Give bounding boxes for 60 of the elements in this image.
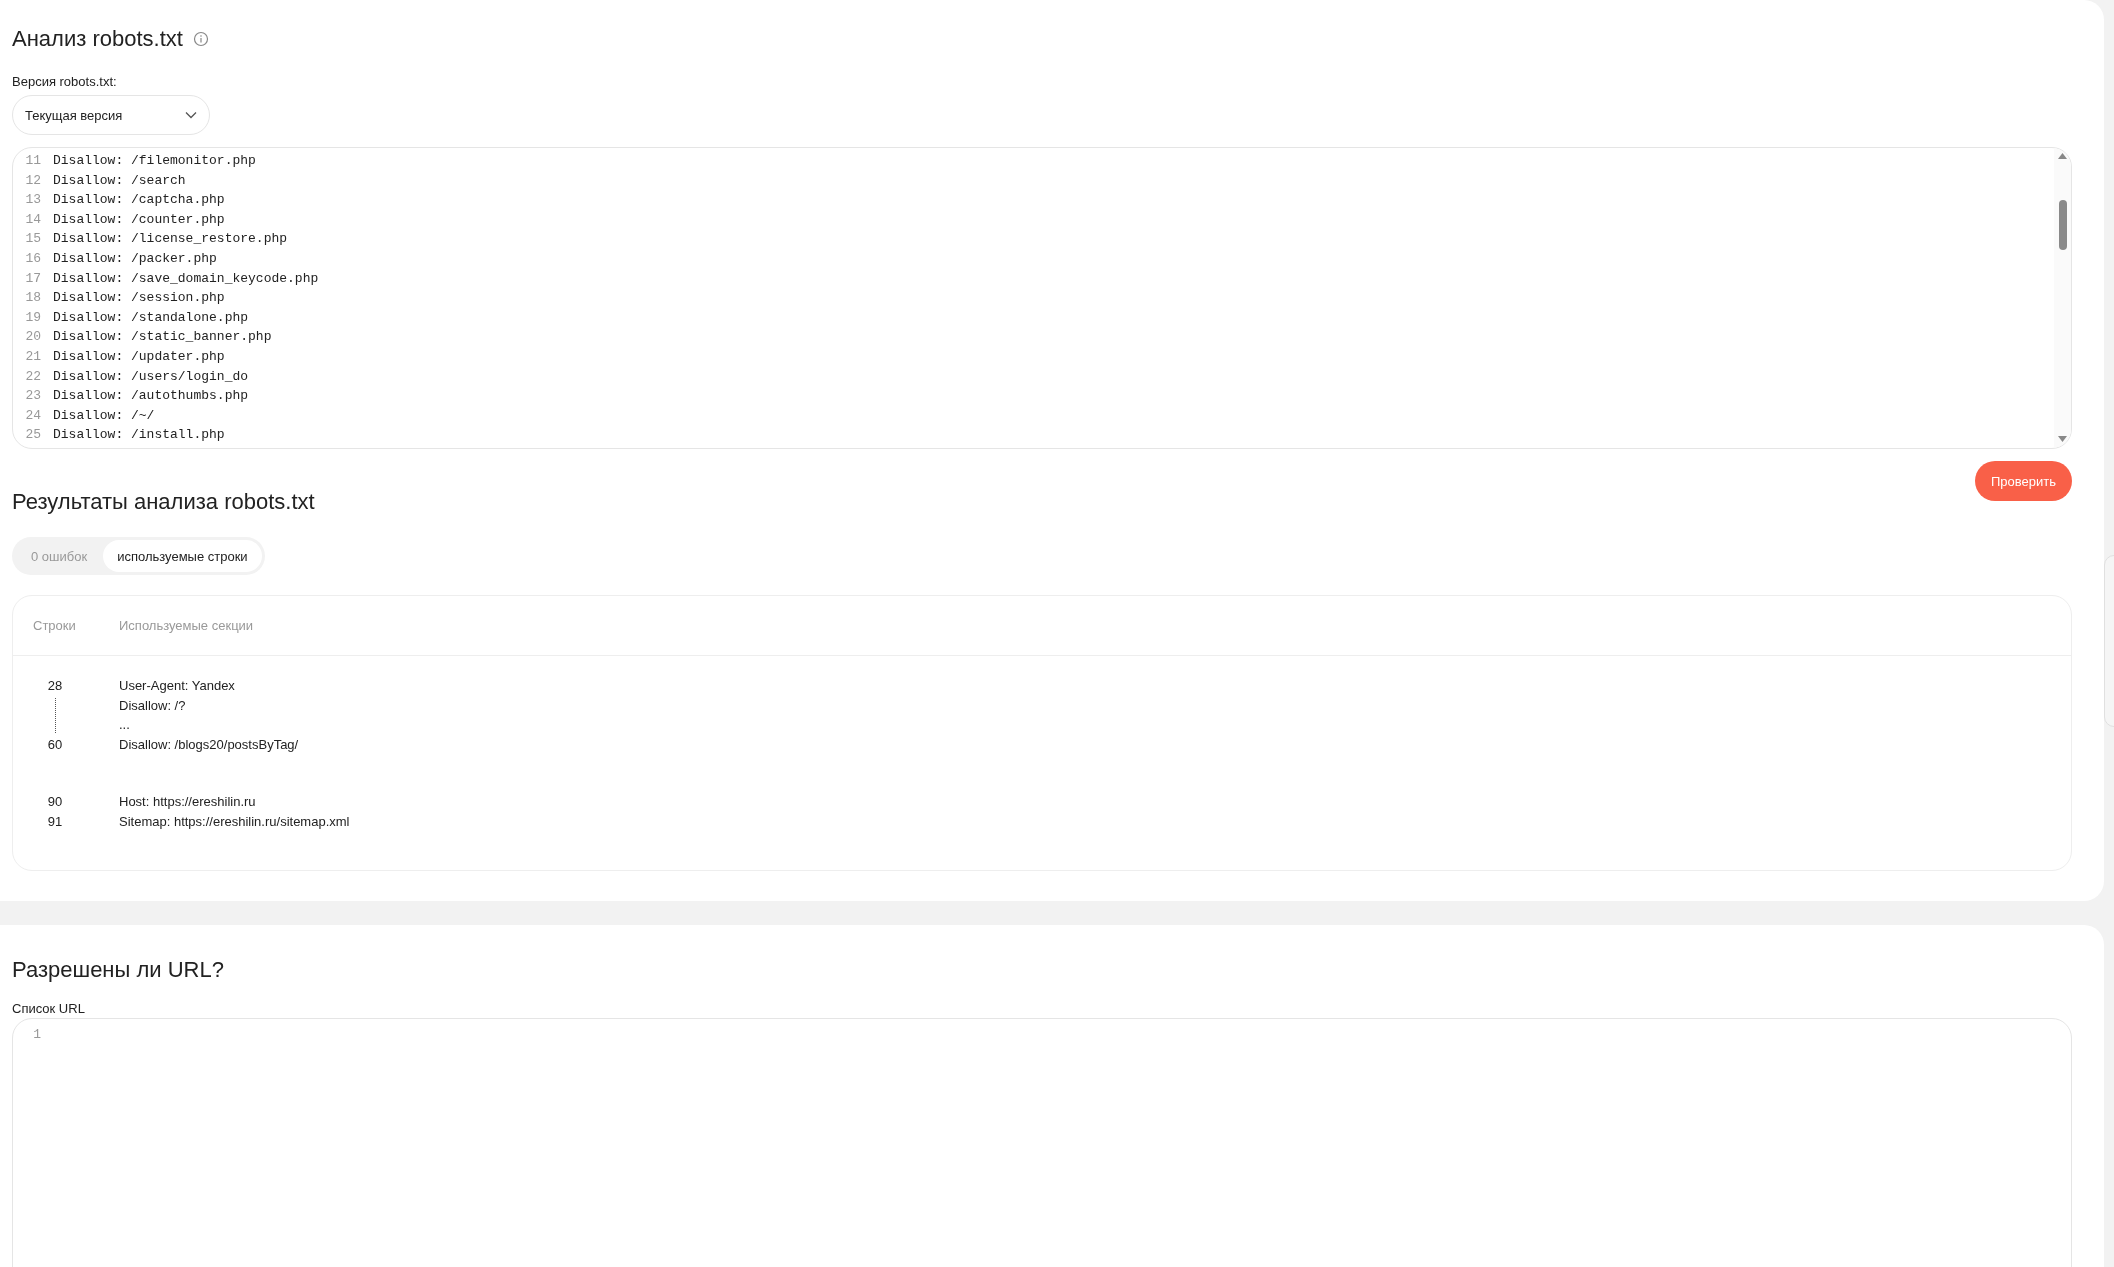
scroll-down-icon[interactable] <box>2058 436 2067 442</box>
check-button[interactable]: Проверить <box>1975 461 2072 501</box>
line-number: 24 <box>24 406 42 425</box>
section-line: Sitemap: https://ereshilin.ru/sitemap.xml <box>119 812 351 831</box>
code-line: Disallow: /updater.php <box>53 347 225 366</box>
column-header: Используемые секции <box>119 618 254 633</box>
code-line: Disallow: /users/login_do <box>53 367 249 386</box>
line-number: 91 <box>47 812 63 831</box>
column-header: Строки <box>33 618 76 633</box>
code-line: Disallow: /save_domain_keycode.php <box>53 269 319 288</box>
code-line: Disallow: /standalone.php <box>53 308 249 327</box>
field-label: Список URL <box>12 1000 86 1016</box>
line-number: 12 <box>24 171 42 190</box>
section-line: Host: https://ereshilin.ru <box>119 793 257 812</box>
code-line: Disallow: /counter.php <box>53 210 225 229</box>
code-line: Disallow: /filemonitor.php <box>53 152 256 170</box>
url-list-editor[interactable]: 1 <box>12 1017 2072 1267</box>
code-line: Disallow: /~/ <box>53 406 155 425</box>
line-number: 18 <box>24 289 42 308</box>
code-line: Disallow: /captcha.php <box>53 191 225 210</box>
range-connector <box>54 697 56 733</box>
line-number: 28 <box>47 677 63 695</box>
line-number: 11 <box>24 152 42 170</box>
section-line: Disallow: /blogs20/postsByTag/ <box>119 735 300 754</box>
code-line: Disallow: /license_restore.php <box>53 230 288 249</box>
section-title: Результаты анализа robots.txt <box>12 489 315 515</box>
line-number: 17 <box>24 269 42 288</box>
code-line: Disallow: /session.php <box>53 289 225 308</box>
code-line: Disallow: /install.php <box>53 426 225 445</box>
scrollbar[interactable] <box>2054 148 2071 448</box>
line-number: 20 <box>24 328 42 347</box>
code-line: Disallow: /static_banner.php <box>53 328 272 347</box>
scrollbar-thumb[interactable] <box>2059 200 2067 250</box>
line-number: 13 <box>24 191 42 210</box>
line-number: 60 <box>47 735 63 754</box>
code-line: Disallow: /autothumbs.php <box>53 387 249 406</box>
line-number: 15 <box>24 230 42 249</box>
line-number: 16 <box>24 249 42 268</box>
code-line: Disallow: /search <box>53 171 186 190</box>
tab[interactable]: 0 ошибок <box>15 540 104 572</box>
field-label: Версия robots.txt: <box>12 74 118 89</box>
line-number: 19 <box>24 308 42 327</box>
section-line: User-Agent: Yandex <box>119 677 236 695</box>
line-number: 21 <box>24 347 42 366</box>
line-number: 22 <box>24 367 42 386</box>
section-line: Disallow: /? <box>119 696 187 715</box>
code-line: Disallow: /packer.php <box>53 249 217 268</box>
line-number: 14 <box>24 210 42 229</box>
chevron-down-icon <box>185 111 197 119</box>
tab[interactable]: используемые строки <box>103 540 262 572</box>
line-number: 25 <box>24 426 42 445</box>
version-dropdown[interactable]: Текущая версия <box>12 95 210 135</box>
info-icon[interactable] <box>192 31 209 47</box>
line-number: 90 <box>47 793 63 812</box>
section-title: Разрешены ли URL? <box>12 956 224 983</box>
scroll-up-icon[interactable] <box>2058 153 2067 159</box>
line-number: 1 <box>32 1025 42 1044</box>
section-line: ... <box>119 716 131 735</box>
section-title: Анализ robots.txt <box>12 26 183 52</box>
line-number: 23 <box>24 387 42 406</box>
